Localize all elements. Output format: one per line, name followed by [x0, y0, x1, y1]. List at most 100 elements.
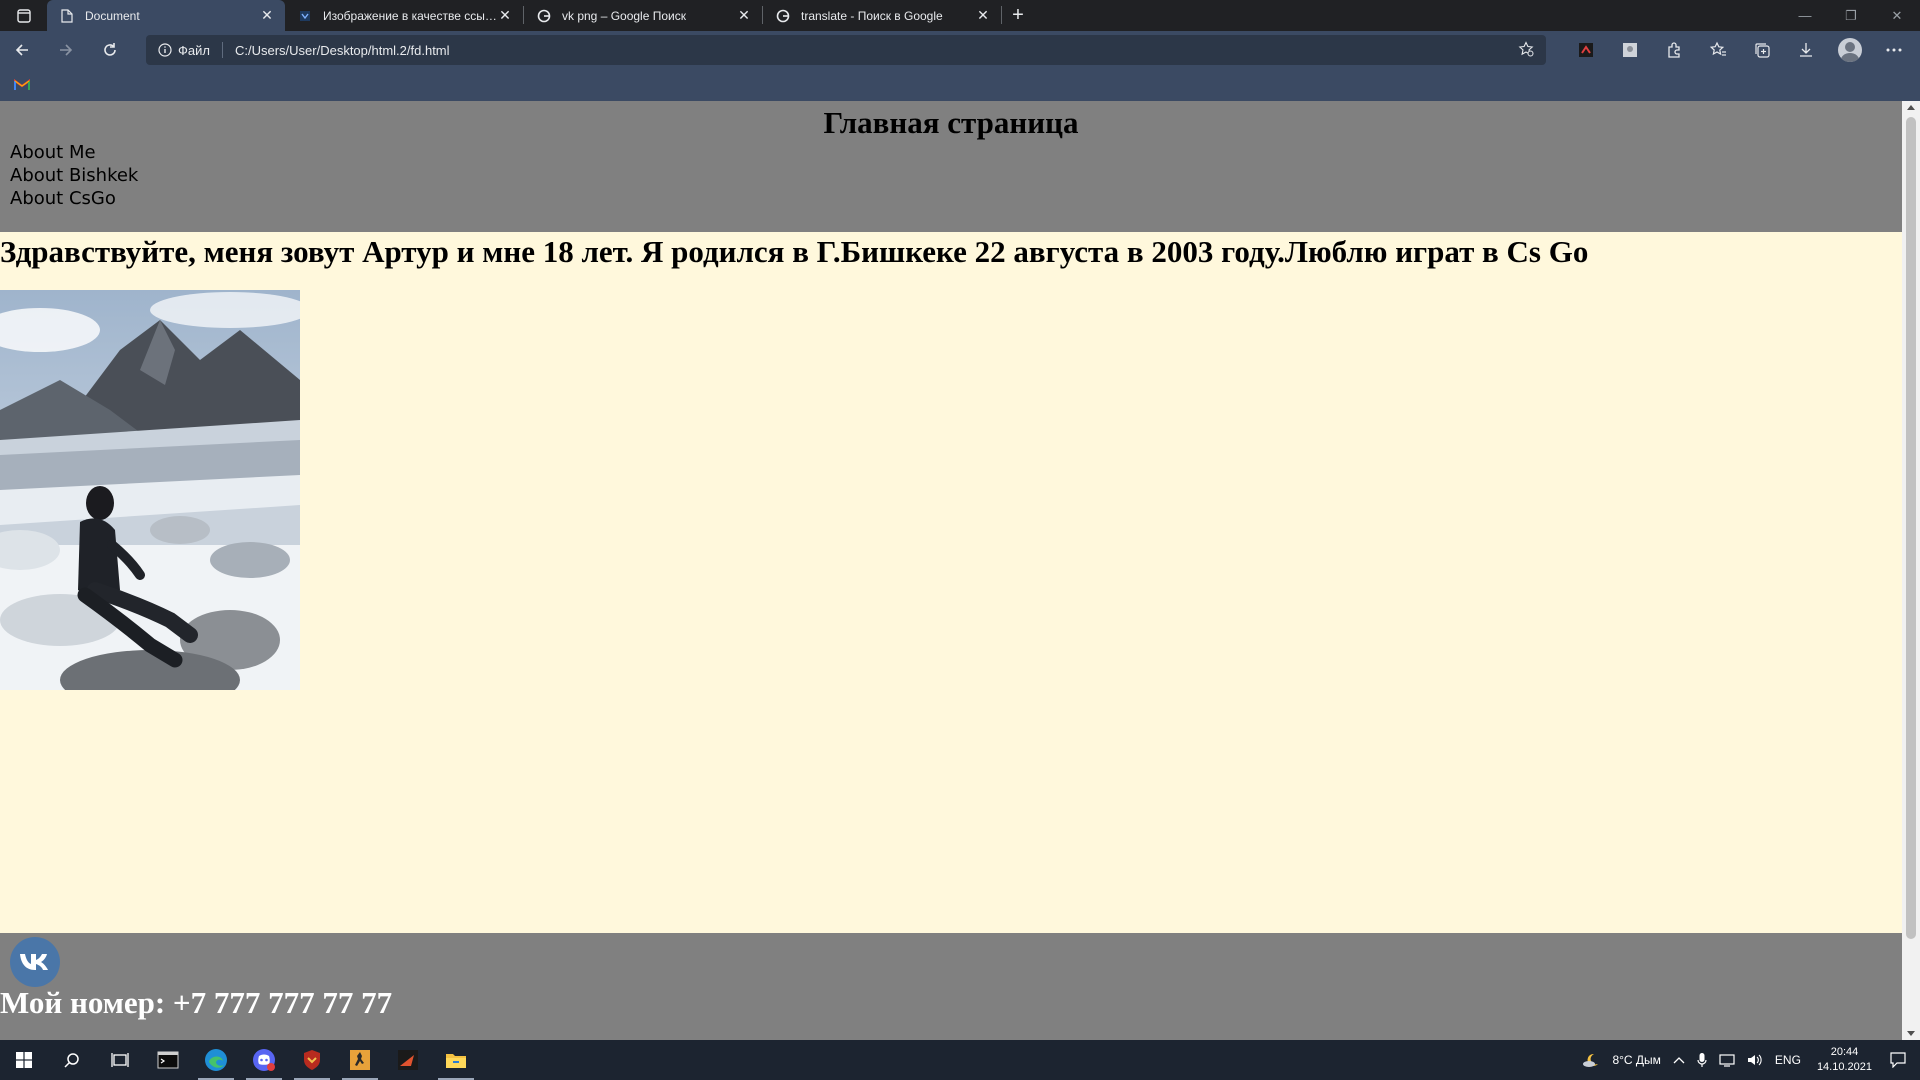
more-menu-icon[interactable]	[1882, 38, 1906, 62]
taskbar-discord[interactable]	[240, 1040, 288, 1080]
nav-link-about-csgo[interactable]: About CsGo	[10, 187, 138, 210]
folder-icon	[446, 1054, 466, 1068]
tab-title: vk png – Google Поиск	[562, 8, 686, 23]
nav-link-about-me[interactable]: About Me	[10, 141, 138, 164]
tab-image-link[interactable]: Изображение в качестве ссылки ✕	[285, 0, 523, 31]
arrow-left-icon	[15, 44, 28, 56]
volume-icon[interactable]	[1747, 1053, 1763, 1067]
reload-icon	[104, 43, 116, 56]
tab-document[interactable]: Document ✕	[47, 0, 285, 31]
csgo-icon	[350, 1050, 370, 1070]
close-icon[interactable]: ✕	[497, 7, 513, 24]
profile-photo	[0, 290, 300, 690]
info-icon	[158, 43, 172, 57]
reload-button[interactable]	[88, 31, 132, 69]
site-footer: Мой номер: +7 777 777 77 77	[0, 933, 1902, 1040]
site-favicon-icon	[297, 8, 313, 24]
arrow-right-icon	[60, 44, 73, 56]
profile-button[interactable]	[1838, 38, 1862, 62]
tab-strip: Document ✕ Изображение в качестве ссылки…	[0, 0, 1920, 31]
add-favorite-icon[interactable]	[1518, 41, 1534, 60]
taskbar: 8°C Дым ENG 20:44 14.10.2021	[0, 1040, 1920, 1080]
clock-date: 14.10.2021	[1816, 1061, 1872, 1073]
minimize-button[interactable]: —	[1782, 0, 1828, 31]
favorites-icon[interactable]	[1706, 38, 1730, 62]
close-icon[interactable]: ✕	[259, 7, 275, 24]
taskbar-csgo[interactable]	[336, 1040, 384, 1080]
system-tray: 8°C Дым ENG 20:44 14.10.2021	[1576, 1040, 1920, 1080]
taskbar-terminal[interactable]	[144, 1040, 192, 1080]
vk-icon	[20, 954, 48, 970]
site-info-button[interactable]: Файл	[158, 42, 223, 58]
close-icon[interactable]: ✕	[975, 7, 991, 24]
tab-vk-png[interactable]: vk png – Google Поиск ✕	[524, 0, 762, 31]
extension-red-icon[interactable]	[1574, 38, 1598, 62]
windows-icon	[16, 1052, 32, 1068]
microphone-icon[interactable]	[1697, 1052, 1707, 1068]
tab-title: translate - Поиск в Google	[801, 8, 943, 23]
tab-title: Document	[85, 8, 140, 23]
phone-number: Мой номер: +7 777 777 77 77	[0, 985, 393, 1020]
network-icon[interactable]	[1719, 1053, 1735, 1067]
task-view-button[interactable]	[96, 1040, 144, 1080]
avatar	[1838, 38, 1862, 62]
start-button[interactable]	[0, 1040, 48, 1080]
scroll-up-icon[interactable]	[1907, 105, 1915, 110]
scrollbar-thumb[interactable]	[1906, 117, 1916, 939]
scroll-down-icon[interactable]	[1907, 1031, 1915, 1036]
google-icon	[775, 8, 791, 24]
tab-title: Изображение в качестве ссылки	[323, 8, 497, 23]
forward-button[interactable]	[44, 31, 88, 69]
address-bar[interactable]: Файл C:/Users/User/Desktop/html.2/fd.htm…	[146, 35, 1546, 65]
close-icon[interactable]: ✕	[736, 7, 752, 24]
url-text: C:/Users/User/Desktop/html.2/fd.html	[234, 42, 450, 58]
gmail-bookmark-icon[interactable]	[14, 78, 30, 90]
site-nav: About Me About Bishkek About CsGo	[10, 141, 138, 210]
collections-icon[interactable]	[1750, 38, 1774, 62]
search-icon	[64, 1053, 79, 1068]
window-controls: — ❐ ✕	[1782, 0, 1920, 31]
tab-actions-icon	[16, 8, 31, 23]
site-header: Главная страница About Me About Bishkek …	[0, 101, 1902, 232]
taskbar-game-app[interactable]	[384, 1040, 432, 1080]
tab-translate[interactable]: translate - Поиск в Google ✕	[763, 0, 1001, 31]
page-scrollbar[interactable]	[1902, 101, 1920, 1040]
vk-link[interactable]	[10, 937, 60, 987]
new-tab-button[interactable]: +	[1002, 0, 1034, 31]
close-window-button[interactable]: ✕	[1874, 0, 1920, 31]
google-icon	[536, 8, 552, 24]
back-button[interactable]	[0, 31, 44, 69]
page-title: Главная страница	[823, 105, 1079, 140]
intro-heading: Здравствуйте, меня зовут Артур и мне 18 …	[0, 234, 1589, 269]
taskbar-edge[interactable]	[192, 1040, 240, 1080]
search-button[interactable]	[48, 1040, 96, 1080]
browser-toolbar: Файл C:/Users/User/Desktop/html.2/fd.htm…	[0, 31, 1920, 69]
shield-icon	[304, 1050, 320, 1070]
plus-icon: +	[1012, 4, 1024, 26]
taskbar-shield-app[interactable]	[288, 1040, 336, 1080]
chevron-up-icon[interactable]	[1673, 1056, 1685, 1064]
downloads-icon[interactable]	[1794, 38, 1818, 62]
nav-link-about-bishkek[interactable]: About Bishkek	[10, 164, 138, 187]
game-icon	[398, 1050, 418, 1070]
notification-icon[interactable]	[1890, 1052, 1906, 1068]
clock-time: 20:44	[1830, 1046, 1859, 1058]
extensions-puzzle-icon[interactable]	[1662, 38, 1686, 62]
weather-text[interactable]: 8°C Дым	[1612, 1053, 1660, 1067]
weather-icon[interactable]	[1582, 1052, 1600, 1068]
toolbar-actions	[1574, 31, 1906, 69]
scheme-label: Файл	[178, 42, 210, 58]
discord-icon	[253, 1049, 275, 1071]
extension-gray-icon[interactable]	[1618, 38, 1642, 62]
language-indicator[interactable]: ENG	[1775, 1053, 1801, 1067]
terminal-icon	[157, 1051, 179, 1069]
edge-icon	[205, 1049, 227, 1071]
tab-actions-button[interactable]	[0, 0, 47, 31]
clock[interactable]: 20:44 14.10.2021	[1817, 1045, 1872, 1075]
document-icon	[59, 8, 75, 24]
restore-button[interactable]: ❐	[1828, 0, 1874, 31]
taskbar-file-explorer[interactable]	[432, 1040, 480, 1080]
task-view-icon	[111, 1053, 129, 1067]
bookmarks-bar	[0, 69, 1920, 101]
page-viewport: Главная страница About Me About Bishkek …	[0, 101, 1902, 1040]
